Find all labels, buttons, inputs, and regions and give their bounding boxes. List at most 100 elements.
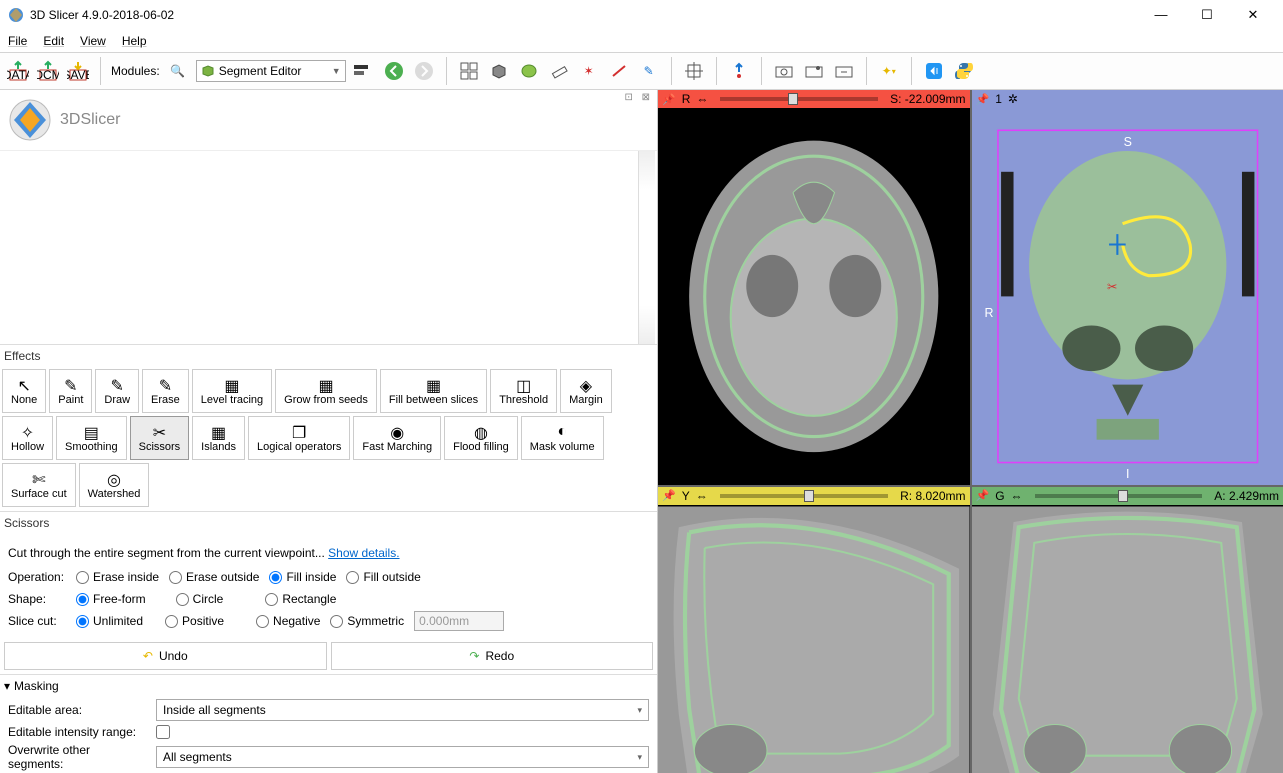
redo-button[interactable]: ↷Redo	[331, 642, 654, 670]
expand-icon[interactable]: ⇔	[696, 489, 708, 503]
slice-positive[interactable]: Positive	[165, 614, 224, 628]
volume-render-icon[interactable]	[487, 59, 511, 83]
scene-view-icon[interactable]	[802, 59, 826, 83]
effect-margin[interactable]: ◈Margin	[560, 369, 612, 413]
effect-draw[interactable]: ✎Draw	[95, 369, 139, 413]
mask-volume-icon: ◐	[557, 423, 567, 441]
coronal-slider[interactable]	[1035, 494, 1203, 498]
window-title: 3D Slicer 4.9.0-2018-06-02	[30, 8, 1147, 22]
show-details-link[interactable]: Show details.	[328, 546, 399, 560]
view-settings-icon[interactable]: ✲	[1008, 92, 1018, 106]
slice-intersections-icon[interactable]	[727, 59, 751, 83]
expand-icon[interactable]: ⇔	[1011, 489, 1023, 503]
module-selector[interactable]: Segment Editor ▼	[196, 60, 346, 82]
effect-erase[interactable]: ✎Erase	[142, 369, 189, 413]
slice-unlimited[interactable]: Unlimited	[76, 614, 143, 628]
effect-paint[interactable]: ✎Paint	[49, 369, 92, 413]
extensions-icon[interactable]	[922, 59, 946, 83]
screenshot-icon[interactable]	[772, 59, 796, 83]
editable-area-label: Editable area:	[8, 703, 148, 717]
scissors-desc: Cut through the entire segment from the …	[8, 540, 649, 566]
pin-icon[interactable]: 📌	[662, 489, 676, 502]
paint-icon: ✎	[64, 376, 77, 394]
capture-icon[interactable]	[832, 59, 856, 83]
effect-fill-between-slices[interactable]: ▦Fill between slices	[380, 369, 487, 413]
shape-circle[interactable]: Circle	[176, 592, 224, 606]
intensity-checkbox[interactable]	[156, 725, 170, 739]
op-fill-outside[interactable]: Fill outside	[346, 570, 420, 584]
operation-label: Operation:	[8, 570, 66, 584]
flood-filling-icon: ◍	[474, 423, 488, 441]
effect-watershed[interactable]: ◎Watershed	[79, 463, 150, 507]
menu-help[interactable]: Help	[122, 34, 147, 48]
slice-negative[interactable]: Negative	[256, 614, 320, 628]
effect-islands[interactable]: ▦Islands	[192, 416, 245, 460]
masking-header[interactable]: ▾ Masking	[0, 674, 657, 697]
ruler-icon[interactable]	[547, 59, 571, 83]
effect-surface-cut[interactable]: ✄Surface cut	[2, 463, 76, 507]
slicer-logo-icon	[8, 98, 52, 142]
effect-level-tracing[interactable]: ▦Level tracing	[192, 369, 272, 413]
axial-view[interactable]: 📌 R ⇔ S: -22.009mm	[658, 90, 970, 485]
minimize-button[interactable]: —	[1147, 7, 1175, 23]
markups-line-icon[interactable]	[607, 59, 631, 83]
effect-smoothing[interactable]: ▤Smoothing	[56, 416, 127, 460]
effect-mask-volume[interactable]: ◐Mask volume	[521, 416, 604, 460]
module-search-icon[interactable]: 🔍	[166, 59, 190, 83]
op-fill-inside[interactable]: Fill inside	[269, 570, 336, 584]
crosshair-button[interactable]	[682, 59, 706, 83]
app-name: 3DSlicer	[60, 111, 120, 129]
op-erase-outside[interactable]: Erase outside	[169, 570, 259, 584]
axial-slider[interactable]	[720, 97, 878, 101]
model-icon[interactable]	[517, 59, 541, 83]
surface-cut-icon: ✄	[32, 470, 45, 488]
module-back-button[interactable]	[382, 59, 406, 83]
3d-view[interactable]: 📌 1 ✲ S I R	[972, 90, 1283, 485]
layout-button[interactable]	[457, 59, 481, 83]
slice-mm-input[interactable]	[414, 611, 504, 631]
effect-grow-from-seeds[interactable]: ▦Grow from seeds	[275, 369, 377, 413]
level-tracing-icon: ▦	[224, 376, 239, 394]
pin-icon[interactable]: 📌	[976, 489, 990, 502]
crosshair-mode-icon[interactable]: ✦ ▾	[877, 59, 901, 83]
editable-area-select[interactable]: Inside all segments▾	[156, 699, 649, 721]
overwrite-select[interactable]: All segments▾	[156, 746, 649, 768]
pin-icon[interactable]: 📌	[662, 93, 676, 106]
expand-icon[interactable]: ⇔	[696, 92, 708, 106]
pin-icon[interactable]: 📌	[976, 93, 990, 106]
module-forward-button[interactable]	[412, 59, 436, 83]
markups-fiducial-icon[interactable]: ✶	[577, 59, 601, 83]
menu-edit[interactable]: Edit	[43, 34, 64, 48]
maximize-button[interactable]: ☐	[1193, 7, 1221, 23]
effect-logical-operators[interactable]: ❐Logical operators	[248, 416, 350, 460]
load-data-button[interactable]: DATA	[6, 59, 30, 83]
sagittal-slider[interactable]	[720, 494, 888, 498]
logical-operators-icon: ❐	[292, 423, 306, 441]
effect-none[interactable]: ↖None	[2, 369, 46, 413]
effect-threshold[interactable]: ◫Threshold	[490, 369, 557, 413]
slice-label: Slice cut:	[8, 614, 66, 628]
slice-symmetric[interactable]: Symmetric	[330, 614, 404, 628]
python-icon[interactable]	[952, 59, 976, 83]
menu-file[interactable]: File	[8, 34, 27, 48]
effect-flood-filling[interactable]: ◍Flood filling	[444, 416, 518, 460]
undo-button[interactable]: ↶Undo	[4, 642, 327, 670]
shape-rectangle[interactable]: Rectangle	[265, 592, 336, 606]
fill-between-slices-icon: ▦	[426, 376, 441, 394]
shape-freeform[interactable]: Free-form	[76, 592, 146, 606]
none-icon: ↖	[17, 376, 30, 394]
effects-title: Effects	[0, 345, 657, 367]
load-dicom-button[interactable]: DCM	[36, 59, 60, 83]
module-history-button[interactable]	[352, 59, 376, 83]
coronal-view[interactable]: 📌 G ⇔ A: 2.429mm	[972, 487, 1283, 773]
effect-hollow[interactable]: ✧Hollow	[2, 416, 53, 460]
paint-tool-icon[interactable]: ✎	[637, 59, 661, 83]
sagittal-view[interactable]: 📌 Y ⇔ R: 8.020mm	[658, 487, 970, 773]
effect-scissors[interactable]: ✂Scissors	[130, 416, 190, 460]
save-button[interactable]: SAVE	[66, 59, 90, 83]
close-button[interactable]: ✕	[1239, 7, 1267, 23]
op-erase-inside[interactable]: Erase inside	[76, 570, 159, 584]
effects-grid: ↖None✎Paint✎Draw✎Erase▦Level tracing▦Gro…	[0, 367, 657, 509]
effect-fast-marching[interactable]: ◉Fast Marching	[353, 416, 441, 460]
menu-view[interactable]: View	[80, 34, 106, 48]
